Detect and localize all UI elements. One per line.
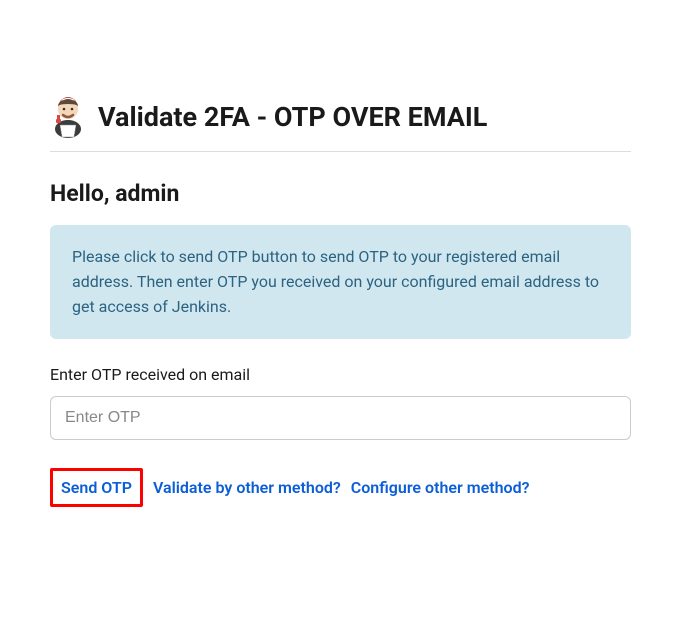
send-otp-button[interactable]: Send OTP <box>61 478 132 497</box>
info-message-box: Please click to send OTP button to send … <box>50 225 631 339</box>
page-header: Validate 2FA - OTP OVER EMAIL <box>50 95 631 152</box>
page-title: Validate 2FA - OTP OVER EMAIL <box>98 101 487 133</box>
greeting-text: Hello, admin <box>50 180 631 207</box>
highlight-annotation: Send OTP <box>50 468 143 507</box>
validate-other-method-link[interactable]: Validate by other method? <box>153 478 341 497</box>
actions-row: Send OTP Validate by other method? Confi… <box>50 468 631 507</box>
otp-input-label: Enter OTP received on email <box>50 365 631 384</box>
jenkins-logo-icon <box>50 95 86 139</box>
otp-input[interactable] <box>50 396 631 440</box>
configure-other-method-link[interactable]: Configure other method? <box>351 478 530 497</box>
